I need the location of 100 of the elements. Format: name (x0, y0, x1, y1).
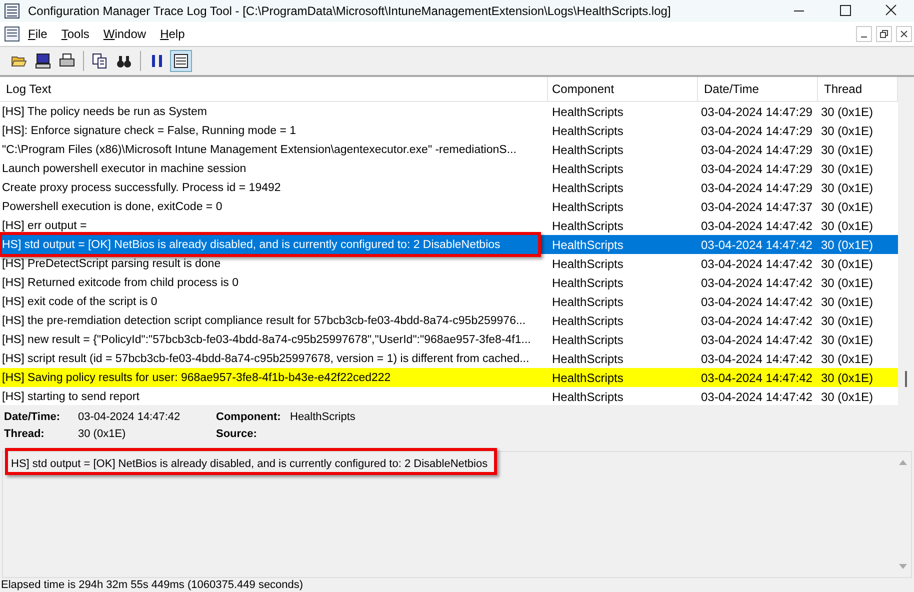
document-icon (4, 26, 20, 42)
table-cell-text: 30 (0x1E) (820, 124, 874, 138)
table-cell-text: 03-04-2024 14:47:42 (700, 218, 814, 232)
table-cell-text: 03-04-2024 14:47:42 (700, 370, 814, 384)
table-cell-text: [HS] The policy needs be run as System (1, 106, 208, 118)
table-cell-text: 03-04-2024 14:47:29 (700, 142, 814, 156)
log-row[interactable]: [HS] exit code of the script is 0 HealthScripts 03-04-2024 14:47:42 30 (0x1E) (0, 292, 898, 311)
minimize-icon[interactable] (856, 26, 872, 42)
column-header[interactable]: Log Text (0, 77, 548, 101)
table-cell-text: [HS] PreDetectScript parsing result is done (1, 258, 222, 270)
field-label: Source: (216, 428, 258, 440)
table-cell-text: 30 (0x1E) (820, 276, 874, 290)
table-cell-text: 30 (0x1E) (820, 390, 874, 404)
table-cell-text: 03-04-2024 14:47:42 (700, 314, 814, 328)
field-label: Component: (216, 411, 282, 423)
table-cell-text: [HS] the pre-remdiation detection script compliance result for 57bcb3cb-fe03-4bdd-8a74-c95b259976... (1, 314, 527, 326)
scrollbar[interactable] (898, 77, 914, 405)
table-cell-text: [HS] script result (id = 57bcb3cb-fe03-4bdd-8a74-c95b25997678, version = 1) is different from cached... (1, 352, 530, 364)
menu-item[interactable]: Window (97, 25, 152, 43)
field-value: HealthScripts (290, 411, 356, 423)
table-cell-text: 30 (0x1E) (820, 370, 874, 384)
table-cell-text: HealthScripts (551, 370, 624, 384)
log-row[interactable]: [HS] script result (id = 57bcb3cb-fe03-4bdd-8a74-c95b25997678, version = 1) is different from cached... HealthScripts 03-04-2024 14:47:42 30 (0x1E) (0, 349, 898, 368)
log-row[interactable]: [HS] PreDetectScript parsing result is done HealthScripts 03-04-2024 14:47:42 30 (0x1E) (0, 254, 898, 273)
menu-item[interactable]: Help (154, 25, 191, 43)
table-cell-text: [HS] Saving policy results for user: 968ae957-3fe8-4f1b-b43e-e42f22ced222 (1, 372, 392, 384)
table-cell-text: HealthScripts (551, 294, 624, 308)
table-cell-text: HealthScripts (551, 238, 624, 252)
table-cell-text: 03-04-2024 14:47:42 (700, 238, 814, 252)
table-cell-text: 03-04-2024 14:47:29 (700, 124, 814, 138)
menu-item[interactable]: File (22, 25, 54, 43)
table-cell-text: 03-04-2024 14:47:42 (700, 294, 814, 308)
table-cell-text: 03-04-2024 14:47:42 (700, 390, 814, 404)
copy-icon (92, 53, 108, 69)
table-cell-text: HealthScripts (551, 256, 624, 270)
table-cell-text: HealthScripts (551, 162, 624, 176)
table-cell-text: HealthScripts (551, 276, 624, 290)
table-cell-text: HealthScripts (551, 180, 624, 194)
view-button[interactable] (170, 50, 192, 72)
menu-item[interactable]: Tools (55, 25, 96, 43)
log-row[interactable]: Launch powershell executor in machine session HealthScripts 03-04-2024 14:47:29 30 (0x1E) (0, 159, 898, 178)
log-row[interactable]: Powershell execution is done, exitCode = 0 HealthScripts 03-04-2024 14:47:37 30 (0x1E) (0, 197, 898, 216)
table-cell-text: [HS] err output = (1, 220, 88, 232)
table-cell-text: 30 (0x1E) (820, 218, 874, 232)
table-cell-text: 30 (0x1E) (820, 314, 874, 328)
status-text: Elapsed time is 294h 32m 55s 449ms (1060375.449 seconds) (0, 578, 304, 592)
table-cell-text: 03-04-2024 14:47:42 (700, 352, 814, 366)
table-cell-text: 30 (0x1E) (820, 294, 874, 308)
table-cell-text: HealthScripts (551, 124, 624, 138)
table-cell-text: [HS]: Enforce signature check = False, Running mode = 1 (1, 124, 298, 136)
table-cell-text: HealthScripts (551, 104, 624, 118)
table-cell-text: 30 (0x1E) (820, 180, 874, 194)
restore-icon[interactable] (876, 26, 892, 42)
table-cell-text: 30 (0x1E) (820, 256, 874, 270)
log-row[interactable]: [HS] Returned exitcode from child process is 0 HealthScripts 03-04-2024 14:47:42 30 (0x1E) (0, 273, 898, 292)
table-cell-text: 03-04-2024 14:47:42 (700, 276, 814, 290)
field-value: 03-04-2024 14:47:42 (78, 411, 182, 423)
table-cell-text: 03-04-2024 14:47:42 (700, 256, 814, 270)
field-value: 30 (0x1E) (78, 428, 127, 440)
printer-icon (59, 53, 75, 69)
table-cell-text: HS] std output = [OK] NetBios is already disabled, and is currently configured to: 2 DisableNetbios (1, 238, 502, 250)
log-row[interactable]: [HS] err output = HealthScripts 03-04-2024 14:47:42 30 (0x1E) (0, 216, 898, 235)
log-row[interactable]: [HS]: Enforce signature check = False, Running mode = 1 HealthScripts 03-04-2024 14:47:29 30 (0x1E) (0, 121, 898, 140)
table-cell-text: [HS] Returned exitcode from child process is 0 (1, 276, 240, 288)
table-cell-text: 30 (0x1E) (820, 352, 874, 366)
table-cell-text: [HS] starting to send report (1, 390, 140, 402)
table-cell-text: 03-04-2024 14:47:29 (700, 180, 814, 194)
log-row[interactable]: [HS] the pre-remdiation detection script compliance result for 57bcb3cb-fe03-4bdd-8a74-c95b259976... HealthScripts 03-04-2024 14:47:42 30 (0x1E) (0, 311, 898, 330)
field-label: Date/Time: (4, 411, 62, 423)
log-row[interactable]: [HS] starting to send report HealthScripts 03-04-2024 14:47:42 30 (0x1E) (0, 387, 898, 406)
table-cell-text: 03-04-2024 14:47:42 (700, 332, 814, 346)
log-row[interactable]: [HS] The policy needs be run as System HealthScripts 03-04-2024 14:47:29 30 (0x1E) (0, 102, 898, 121)
log-row[interactable]: "C:\Program Files (x86)\Microsoft Intune Management Extension\agentexecutor.exe" -remediationS... HealthScripts 03-04-2024 14:47:29 30 (0x1E) (0, 140, 898, 159)
table-cell-text: 30 (0x1E) (820, 162, 874, 176)
column-header[interactable]: Date/Time (698, 77, 818, 101)
table-cell-text: HealthScripts (551, 314, 624, 328)
table-cell-text: Powershell execution is done, exitCode = 0 (1, 200, 224, 212)
app-icon (4, 3, 20, 19)
table-cell-text: [HS] new result = {"PolicyId":"57bcb3cb-fe03-4bdd-8a74-c95b25997678","UserId":"968ae957-3fe8-4f1... (1, 334, 532, 346)
table-cell-text: 03-04-2024 14:47:29 (700, 162, 814, 176)
close-icon[interactable] (896, 26, 912, 42)
table-cell-text: 30 (0x1E) (820, 104, 874, 118)
table-cell-text: [HS] exit code of the script is 0 (1, 296, 158, 308)
table-cell-text: HealthScripts (551, 390, 624, 404)
table-cell-text: 30 (0x1E) (820, 142, 874, 156)
message-text: HS] std output = [OK] NetBios is already disabled, and is currently configured to: 2 DisableNetbios (11, 458, 488, 470)
table-cell-text: Launch powershell executor in machine session (1, 162, 248, 174)
log-row[interactable]: [HS] new result = {"PolicyId":"57bcb3cb-fe03-4bdd-8a74-c95b25997678","UserId":"968ae957-3fe8-4f1... HealthScripts 03-04-2024 14:47:42 30 (0x1E) (0, 330, 898, 349)
table-cell-text: 03-04-2024 14:47:37 (700, 200, 814, 214)
table-cell-text: HealthScripts (551, 332, 624, 346)
log-row[interactable]: [HS] Saving policy results for user: 968ae957-3fe8-4f1b-b43e-e42f22ced222 HealthScripts 03-04-2024 14:47:42 30 (0x1E) (0, 368, 898, 387)
table-cell-text: 30 (0x1E) (820, 238, 874, 252)
binoculars-icon (116, 53, 132, 69)
log-row[interactable]: HS] std output = [OK] NetBios is already disabled, and is currently configured to: 2 DisableNetbios HealthScripts 03-04-2024 14:47:42 30 (0x1E) (0, 235, 898, 254)
table-cell-text: HealthScripts (551, 218, 624, 232)
log-row[interactable]: Create proxy process successfully. Process id = 19492 HealthScripts 03-04-2024 14:47:29 30 (0x1E) (0, 178, 898, 197)
table-cell-text: 30 (0x1E) (820, 332, 874, 346)
column-header[interactable]: Component (548, 77, 698, 101)
table-cell-text: HealthScripts (551, 200, 624, 214)
computer-icon (35, 53, 51, 69)
